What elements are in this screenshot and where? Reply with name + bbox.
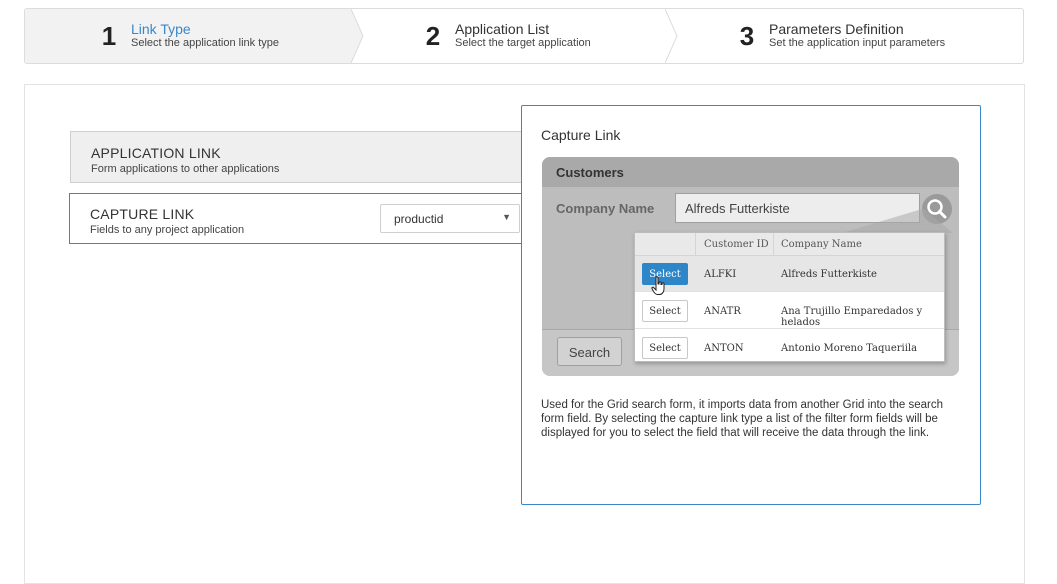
step-title: Parameters Definition: [769, 21, 904, 37]
step-parameters-definition[interactable]: 3 Parameters Definition Set the applicat…: [681, 9, 1021, 63]
option-title: CAPTURE LINK: [90, 206, 195, 222]
customer-id: ALFKI: [704, 269, 737, 280]
link-type-panel: APPLICATION LINK Form applications to ot…: [24, 84, 1025, 584]
mock-header-title: Customers: [556, 165, 624, 180]
step-subtitle: Select the target application: [455, 37, 591, 49]
mock-field-label: Company Name: [556, 201, 655, 216]
step-subtitle: Set the application input parameters: [769, 37, 946, 49]
select-button: Select: [642, 337, 688, 359]
step-subtitle: Select the application link type: [131, 37, 279, 49]
capture-link-preview-card: Capture Link Customers Company Name Alfr…: [521, 105, 981, 505]
step-number: 1: [101, 20, 117, 51]
step-link-type[interactable]: 1 Link Type Select the application link …: [25, 9, 351, 63]
capture-field-select[interactable]: productid ▼: [380, 204, 520, 233]
step-number: 2: [425, 20, 441, 51]
select-button: Select: [642, 300, 688, 322]
step-application-list[interactable]: 2 Application List Select the target app…: [367, 9, 663, 63]
capture-link-illustration: Customers Company Name Alfreds Futterkis…: [542, 157, 959, 376]
option-subtitle: Form applications to other applications: [91, 163, 280, 175]
company-name: Alfreds Futterkiste: [781, 269, 877, 280]
step-separator-icon: [351, 9, 364, 63]
option-subtitle: Fields to any project application: [90, 224, 245, 236]
preview-description: Used for the Grid search form, it import…: [541, 399, 944, 439]
customer-id: ANATR: [704, 306, 741, 317]
step-title: Application List: [455, 21, 550, 37]
popup-connector: [842, 209, 953, 233]
table-row: Select ANATR Ana Trujillo Emparedados y …: [635, 293, 944, 329]
mock-search-button: Search: [557, 337, 622, 366]
company-name: Ana Trujillo Emparedados y helados: [781, 306, 923, 328]
mock-header: Customers: [542, 157, 959, 187]
step-number: 3: [739, 20, 755, 51]
select-value: productid: [394, 212, 444, 226]
mock-capture-popup: Customer ID Company Name Select ALFKI Al…: [634, 232, 945, 362]
company-name: Antonio Moreno Taqueriila: [781, 343, 918, 354]
table-row: Select ANTON Antonio Moreno Taqueriila: [635, 330, 944, 366]
customer-id: ANTON: [704, 343, 744, 354]
caret-down-icon: ▼: [502, 212, 511, 222]
table-row: Select ALFKI Alfreds Futterkiste: [635, 256, 944, 295]
preview-title: Capture Link: [541, 127, 621, 143]
popup-header: Customer ID Company Name: [635, 233, 944, 256]
wizard-steps: 1 Link Type Select the application link …: [24, 8, 1024, 64]
application-link-option[interactable]: APPLICATION LINK Form applications to ot…: [70, 131, 522, 183]
column-header: Customer ID: [704, 239, 769, 250]
option-title: APPLICATION LINK: [91, 145, 221, 161]
column-header: Company Name: [781, 239, 862, 250]
step-title: Link Type: [131, 21, 191, 37]
step-separator-icon: [665, 9, 678, 63]
